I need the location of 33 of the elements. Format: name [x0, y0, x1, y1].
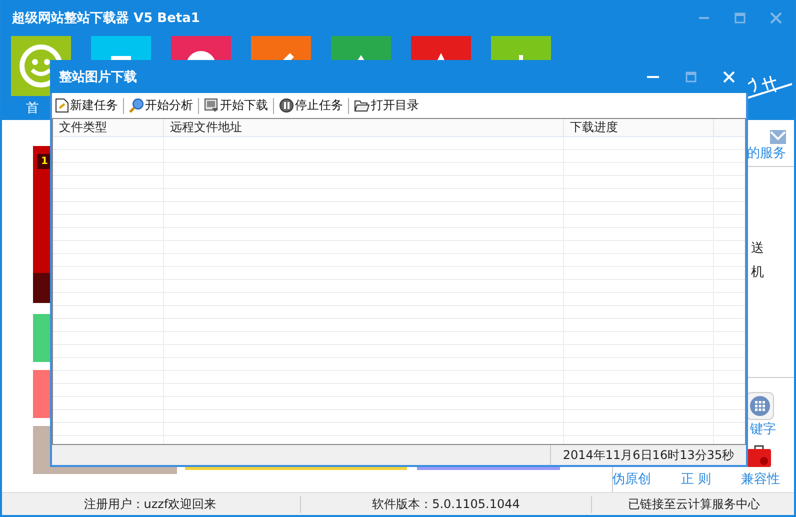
window-title: 超级网站整站下载器 V5 Beta1 — [12, 10, 200, 27]
service-link[interactable]: 的服务 — [747, 144, 786, 162]
toolbar-button[interactable]: 开始下载 — [203, 97, 269, 114]
panel-text: 机 — [751, 264, 764, 281]
column-header[interactable]: 下载进度 — [564, 119, 714, 136]
toolbar-button[interactable]: 打开目录 — [353, 97, 420, 114]
nav-tab[interactable]: 首 — [26, 101, 39, 116]
maximize-icon[interactable] — [734, 12, 746, 24]
new-document-icon — [55, 98, 69, 113]
status-text: 注册用户：uzzf欢迎回来 — [2, 496, 301, 512]
toolbox-icon[interactable] — [746, 444, 772, 468]
pause-icon — [279, 98, 294, 113]
column-header[interactable]: 远程文件地址 — [164, 119, 564, 136]
mail-icon[interactable] — [770, 130, 786, 144]
folder-icon — [354, 98, 370, 112]
dialog-title: 整站图片下载 — [59, 68, 137, 86]
tool-link[interactable]: 正 则 — [680, 470, 711, 488]
status-text: 2014年11月6日16时13分35秒 — [562, 446, 736, 464]
tool-link[interactable]: 兼容性 — [741, 470, 780, 488]
toolbar-button[interactable]: 停止任务 — [278, 97, 344, 114]
keypad-icon[interactable] — [746, 392, 774, 420]
download-icon — [204, 98, 219, 113]
toolbar-button[interactable]: 新建任务 — [54, 97, 119, 114]
toolbar-button[interactable]: 开始分析 — [128, 97, 194, 114]
status-text: 已链接至云计算服务中心 — [627, 496, 761, 512]
close-icon[interactable] — [770, 12, 782, 24]
maximize-icon[interactable] — [685, 70, 697, 82]
search-icon — [129, 98, 144, 113]
tool-link[interactable]: 伪原创 — [612, 470, 651, 488]
column-header[interactable]: 文件类型 — [53, 119, 164, 136]
keyword-link[interactable]: 键字 — [750, 420, 776, 438]
panel-text: 送 — [751, 240, 764, 257]
status-text: 软件版本：5.0.1105.1044 — [301, 496, 592, 512]
